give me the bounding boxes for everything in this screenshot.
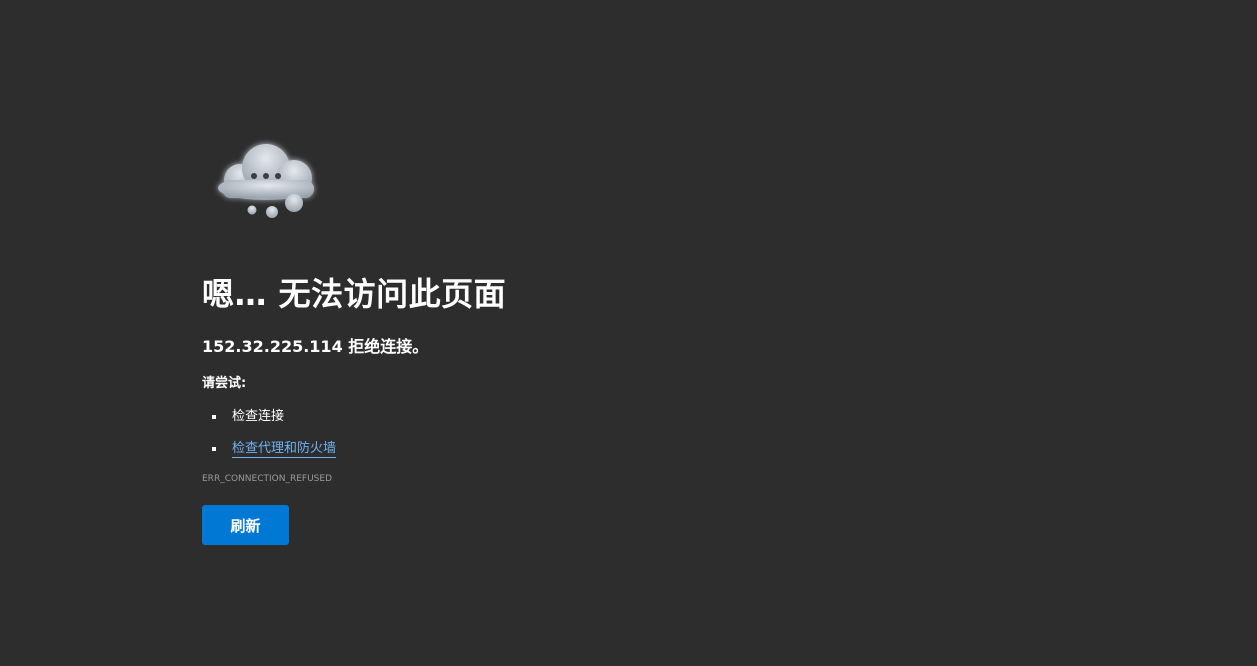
suggestion-check-proxy-firewall: 检查代理和防火墙 bbox=[202, 440, 902, 458]
error-content: 嗯… 无法访问此页面 152.32.225.114 拒绝连接。 请尝试: 检查连… bbox=[202, 138, 902, 545]
suggestion-check-connection: 检查连接 bbox=[202, 408, 902, 426]
refresh-button[interactable]: 刷新 bbox=[202, 505, 289, 545]
page-title: 嗯… 无法访问此页面 bbox=[202, 275, 507, 313]
try-label: 请尝试: bbox=[202, 376, 247, 391]
error-page: 嗯… 无法访问此页面 152.32.225.114 拒绝连接。 请尝试: 检查连… bbox=[0, 0, 1257, 666]
suggestion-list: 检查连接 检查代理和防火墙 bbox=[202, 408, 902, 458]
check-proxy-firewall-link[interactable]: 检查代理和防火墙 bbox=[232, 441, 337, 458]
bullet-icon bbox=[212, 447, 216, 451]
error-message: 152.32.225.114 拒绝连接。 bbox=[202, 337, 429, 356]
suggestion-label: 检查连接 bbox=[232, 409, 285, 424]
bullet-icon bbox=[212, 415, 216, 419]
error-code: ERR_CONNECTION_REFUSED bbox=[202, 474, 332, 484]
thinking-cloud-icon bbox=[210, 138, 330, 228]
